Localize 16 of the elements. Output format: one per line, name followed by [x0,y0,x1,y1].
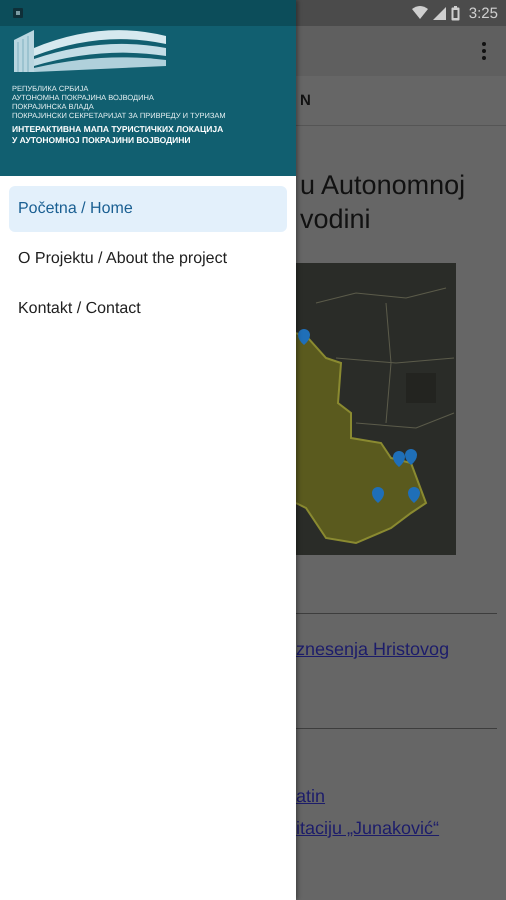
signal-icon [432,6,446,20]
battery-icon [450,6,460,20]
location-link[interactable]: atin [296,785,497,807]
drawer-menu-item[interactable]: O Projektu / About the project [9,236,287,282]
header-title: ИНТЕРАКТИВНА МАПА ТУРИСТИЧКИХ ЛОКАЦИЈА [12,124,224,135]
wifi-icon [412,6,428,20]
drawer-menu-item[interactable]: Kontakt / Contact [9,286,287,332]
more-options-icon[interactable] [481,41,487,61]
header-title: У АУТОНОМНОЈ ПОКРАЈИНИ ВОЈВОДИНИ [12,135,192,146]
location-link[interactable]: itaciju „Junaković“ [296,817,497,839]
notification-icon [13,8,23,18]
page-heading: u Autonomnoj vodini [300,169,466,236]
drawer-menu-item[interactable]: Početna / Home [9,186,287,232]
status-time: 3:25 [468,4,498,22]
tab[interactable]: N [300,92,311,109]
location-link[interactable]: znesenja Hristovog [296,638,497,660]
